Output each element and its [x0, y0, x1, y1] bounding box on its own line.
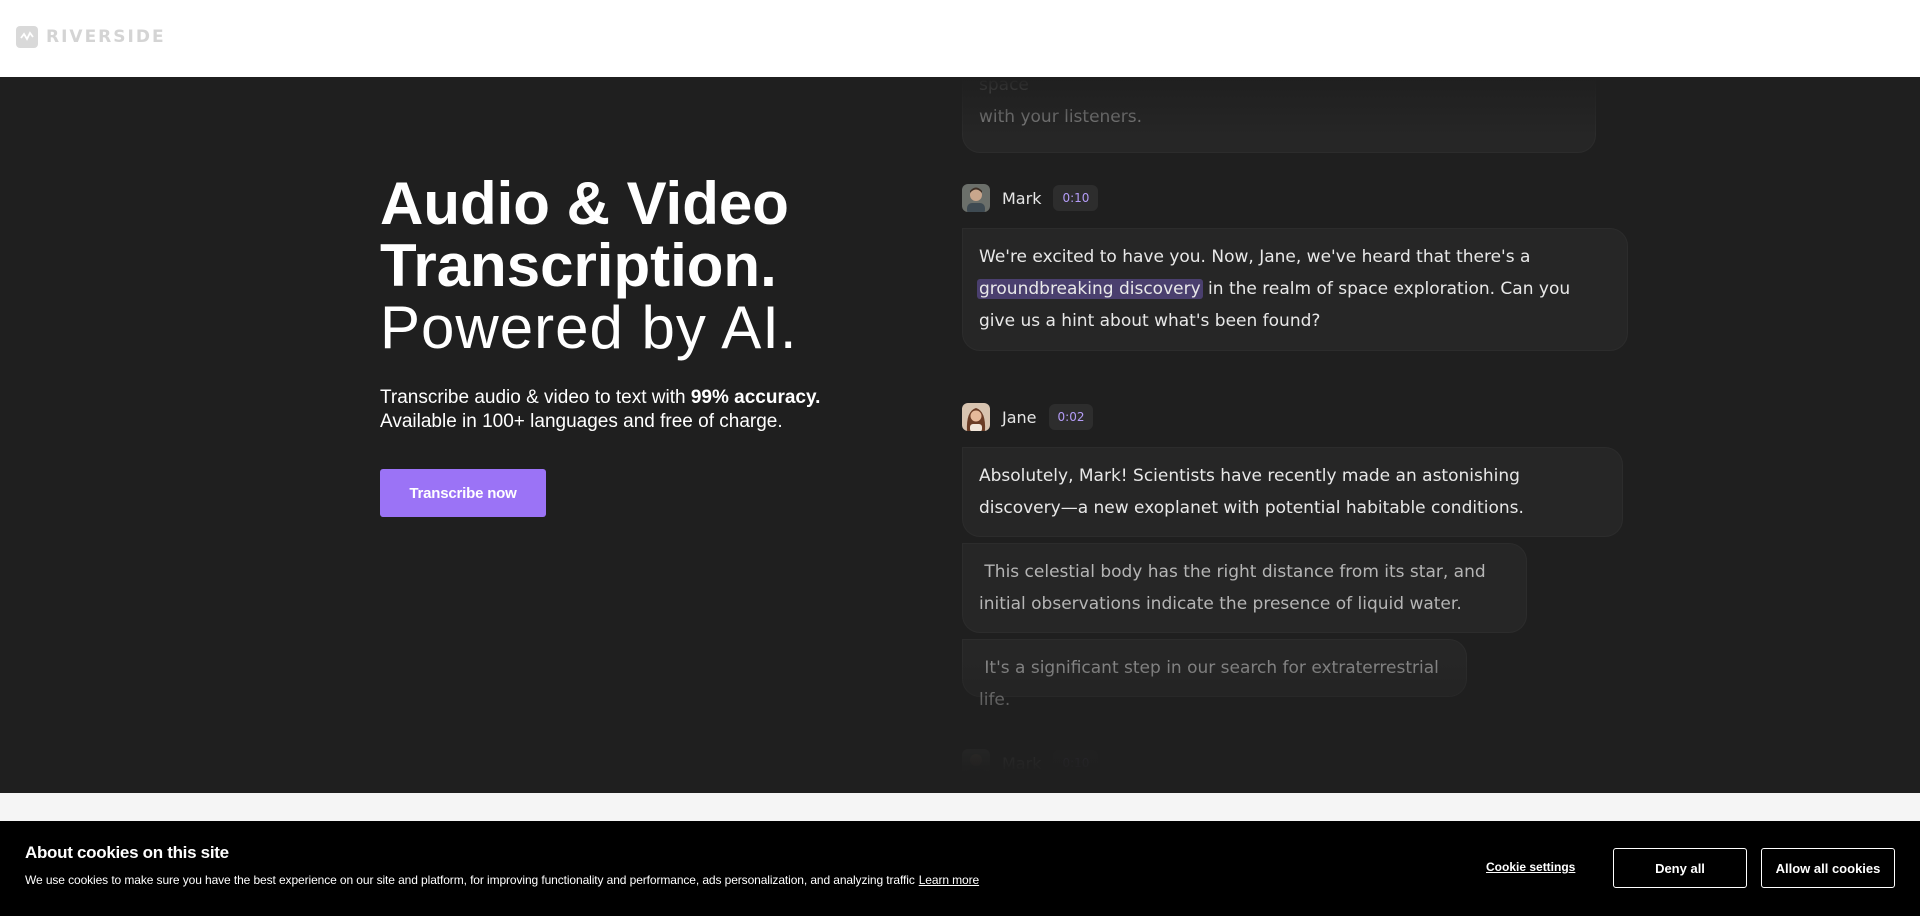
transcript-text: It's a significant step in our search fo… — [979, 658, 1445, 710]
top-navbar: RIVERSIDE — [0, 0, 1920, 77]
subtitle-line-2: Available in 100+ languages and free of … — [380, 411, 783, 432]
transcript-bubble-jane-1: Absolutely, Mark! Scientists have recent… — [962, 447, 1623, 537]
transcript-preview: with you, we have a passion to do more a… — [962, 77, 1642, 793]
speaker-name: Mark — [1002, 188, 1042, 208]
speaker-header-mark-next: Mark 0:10 — [962, 749, 1099, 777]
transcribe-now-button[interactable]: Transcribe now — [380, 469, 546, 517]
previous-text-line-1: with you, we have a passion to do more a… — [979, 77, 1029, 95]
deny-all-button[interactable]: Deny all — [1613, 848, 1747, 888]
next-section-edge — [0, 793, 1920, 821]
transcript-bubble-previous: with you, we have a passion to do more a… — [962, 77, 1596, 153]
transcript-text: Absolutely, Mark! Scientists have recent… — [979, 466, 1524, 518]
cookie-banner-text: We use cookies to make sure you have the… — [25, 873, 979, 887]
highlighted-phrase: groundbreaking discovery — [977, 279, 1203, 299]
mark-avatar — [962, 184, 990, 212]
subtitle-accuracy: 99% accuracy. — [690, 387, 821, 408]
cookie-description: We use cookies to make sure you have the… — [25, 873, 915, 887]
transcript-bubble-mark: We're excited to have you. Now, Jane, we… — [962, 228, 1628, 351]
timestamp-badge: 0:10 — [1053, 185, 1099, 211]
allow-all-cookies-button[interactable]: Allow all cookies — [1761, 848, 1895, 888]
hero-title-line-3: Powered by AI. — [380, 294, 798, 361]
transcript-bubble-jane-3: It's a significant step in our search fo… — [962, 639, 1467, 710]
transcript-text: This celestial body has the right distan… — [979, 562, 1492, 614]
riverside-logo-icon — [16, 26, 38, 48]
cookie-banner: About cookies on this site We use cookie… — [0, 821, 1920, 916]
cookie-banner-title: About cookies on this site — [25, 843, 229, 862]
hero-title: Audio & Video Transcription. Powered by … — [380, 173, 900, 359]
timestamp-badge: 0:10 — [1053, 750, 1099, 776]
riverside-logo[interactable]: RIVERSIDE — [16, 26, 166, 48]
speaker-header-mark: Mark 0:10 — [962, 184, 1099, 212]
hero-subtitle: Transcribe audio & video to text with 99… — [380, 386, 900, 434]
hero-title-line-2: Transcription. — [380, 232, 777, 299]
transcript-text: We're excited to have you. Now, Jane, we… — [979, 247, 1531, 267]
learn-more-link[interactable]: Learn more — [919, 873, 979, 887]
logo-text: RIVERSIDE — [46, 27, 166, 47]
jane-avatar — [962, 403, 990, 431]
hero-title-line-1: Audio & Video — [380, 170, 789, 237]
timestamp-badge: 0:02 — [1048, 404, 1094, 430]
cookie-settings-button[interactable]: Cookie settings — [1486, 860, 1575, 874]
hero-section: Audio & Video Transcription. Powered by … — [0, 77, 1920, 793]
speaker-name: Mark — [1002, 753, 1042, 773]
hero-copy: Audio & Video Transcription. Powered by … — [380, 173, 900, 517]
previous-text-line-2: with your listeners. — [979, 107, 1143, 127]
speaker-name: Jane — [1002, 407, 1037, 427]
speaker-header-jane: Jane 0:02 — [962, 403, 1094, 431]
mark-avatar — [962, 749, 990, 777]
transcript-bubble-jane-2: This celestial body has the right distan… — [962, 543, 1527, 633]
subtitle-text: Transcribe audio & video to text with — [380, 387, 691, 408]
